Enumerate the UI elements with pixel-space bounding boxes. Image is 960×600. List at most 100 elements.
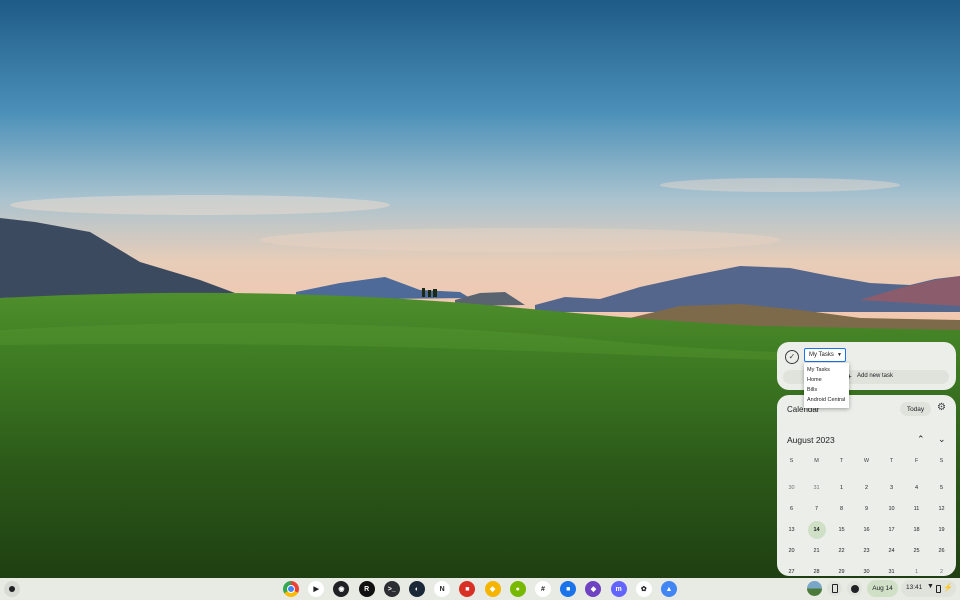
calendar-day[interactable]: 26 bbox=[929, 540, 954, 561]
task-list-option[interactable]: Bills bbox=[804, 385, 849, 395]
weekday-label: T bbox=[889, 458, 894, 464]
calendar-day-number: 2 bbox=[864, 484, 869, 491]
calendar-day[interactable]: 23 bbox=[854, 540, 879, 561]
calendar-day[interactable]: 16 bbox=[854, 519, 879, 540]
calendar-day[interactable]: 4 bbox=[904, 477, 929, 498]
calendar-day[interactable]: 19 bbox=[929, 519, 954, 540]
calendar-day-number: 2 bbox=[939, 568, 944, 575]
calendar-day-number: 29 bbox=[838, 568, 845, 575]
calendar-day[interactable]: 6 bbox=[779, 498, 804, 519]
user-avatar[interactable] bbox=[807, 581, 822, 596]
calendar-day[interactable]: 7 bbox=[804, 498, 829, 519]
tasks-check-icon[interactable]: ✓ bbox=[785, 350, 799, 364]
calendar-day[interactable]: 31 bbox=[804, 477, 829, 498]
calendar-day[interactable]: 17 bbox=[879, 519, 904, 540]
calendar-day-number: 31 bbox=[813, 484, 820, 491]
calendar-day[interactable]: 14 bbox=[804, 519, 829, 540]
calendar-day[interactable]: 20 bbox=[779, 540, 804, 561]
settings-gear-icon[interactable]: ⚙ bbox=[937, 403, 946, 413]
app-red-icon[interactable]: ■ bbox=[459, 581, 476, 597]
calendar-day[interactable]: 29 bbox=[829, 561, 854, 576]
app-blue-icon[interactable]: ■ bbox=[560, 581, 577, 597]
task-list-select[interactable]: My Tasks ▼ bbox=[804, 348, 846, 362]
calendar-day-number: 7 bbox=[814, 505, 819, 512]
calendar-day-number: 8 bbox=[839, 505, 844, 512]
calendar-day-number: 31 bbox=[888, 568, 895, 575]
play-store-icon[interactable]: ▶ bbox=[308, 581, 325, 597]
status-area[interactable]: 13:41 ▼ ⚡ bbox=[901, 580, 956, 597]
clock-time: 13:41 bbox=[906, 584, 923, 591]
calendar-day[interactable]: 12 bbox=[929, 498, 954, 519]
nvidia-icon[interactable]: ● bbox=[509, 581, 526, 597]
calendar-spacer bbox=[779, 469, 954, 477]
calendar-day-number: 27 bbox=[788, 568, 795, 575]
calendar-grid: S M T W T F S 30 31 1 2 3 4 5 6 7 8 9 10 11 12 13 14 15 16 17 18 19… bbox=[779, 453, 954, 576]
chevron-up-icon[interactable]: ⌃ bbox=[917, 434, 925, 445]
do-not-disturb-icon[interactable] bbox=[847, 581, 862, 596]
app-colorful-icon[interactable]: ◆ bbox=[484, 581, 501, 597]
chrome-icon[interactable] bbox=[283, 581, 299, 597]
calendar-month-label: August 2023 bbox=[787, 435, 835, 445]
calendar-day-number: 30 bbox=[863, 568, 870, 575]
calendar-day[interactable]: 1 bbox=[904, 561, 929, 576]
calendar-day[interactable]: 13 bbox=[779, 519, 804, 540]
calendar-day-number: 12 bbox=[938, 505, 945, 512]
calendar-day[interactable]: 28 bbox=[804, 561, 829, 576]
task-list-option[interactable]: My Tasks bbox=[804, 365, 849, 375]
calendar-day[interactable]: 30 bbox=[854, 561, 879, 576]
calendar-day[interactable]: 30 bbox=[779, 477, 804, 498]
task-list-selected: My Tasks bbox=[809, 352, 834, 358]
calendar-day[interactable]: 8 bbox=[829, 498, 854, 519]
calendar-day-number: 20 bbox=[788, 547, 795, 554]
calendar-day[interactable]: 24 bbox=[879, 540, 904, 561]
task-list-option[interactable]: Android Central bbox=[804, 395, 849, 405]
slack-icon[interactable]: # bbox=[535, 581, 551, 597]
calendar-day-number: 15 bbox=[838, 526, 845, 533]
today-button[interactable]: Today bbox=[900, 402, 931, 416]
calendar-day-number: 10 bbox=[888, 505, 895, 512]
calendar-day[interactable]: 18 bbox=[904, 519, 929, 540]
calendar-day-number: 14 bbox=[813, 526, 820, 533]
calendar-day[interactable]: 27 bbox=[779, 561, 804, 576]
calendar-day-number: 25 bbox=[913, 547, 920, 554]
date-pill[interactable]: Aug 14 bbox=[867, 580, 898, 597]
calendar-day[interactable]: 10 bbox=[879, 498, 904, 519]
calendar-day-number: 1 bbox=[914, 568, 919, 575]
weekday-label: M bbox=[814, 458, 819, 464]
chevron-down-icon: ▼ bbox=[837, 352, 842, 358]
phone-hub-icon[interactable] bbox=[827, 581, 842, 596]
calendar-day[interactable]: 2 bbox=[929, 561, 954, 576]
calendar-day-number: 5 bbox=[939, 484, 944, 491]
notion-icon[interactable]: N bbox=[434, 581, 451, 597]
calendar-day[interactable]: 11 bbox=[904, 498, 929, 519]
chevron-down-icon[interactable]: ⌄ bbox=[938, 434, 946, 445]
calendar-day-number: 6 bbox=[789, 505, 794, 512]
calendar-day[interactable]: 1 bbox=[829, 477, 854, 498]
mastodon-icon[interactable]: m bbox=[610, 581, 627, 597]
launcher-button[interactable] bbox=[4, 581, 20, 597]
calendar-day[interactable]: 21 bbox=[804, 540, 829, 561]
calendar-day[interactable]: 5 bbox=[929, 477, 954, 498]
add-task-label: Add new task bbox=[857, 373, 894, 379]
calendar-day-number: 26 bbox=[938, 547, 945, 554]
calendar-day[interactable]: 15 bbox=[829, 519, 854, 540]
calendar-day[interactable]: 31 bbox=[879, 561, 904, 576]
photos-icon[interactable]: ✿ bbox=[635, 581, 652, 597]
steam-icon[interactable]: ◐ bbox=[409, 581, 425, 597]
calendar-day-number: 19 bbox=[938, 526, 945, 533]
app-purple-icon[interactable]: ◆ bbox=[585, 581, 602, 597]
calendar-day-number: 18 bbox=[913, 526, 920, 533]
weekday-label: S bbox=[789, 458, 794, 464]
task-list-option[interactable]: Home bbox=[804, 375, 849, 385]
calendar-day[interactable]: 9 bbox=[854, 498, 879, 519]
calendar-day[interactable]: 2 bbox=[854, 477, 879, 498]
app-r-icon[interactable]: R bbox=[358, 581, 375, 597]
shelf: ▶ ◉ R >_ ◐ N ■ ◆ ● # ■ ◆ m ✿ ▲ Aug 14 13:41 ▼ ⚡ bbox=[0, 578, 960, 600]
app-3-icon[interactable]: ◉ bbox=[333, 581, 350, 597]
calendar-day[interactable]: 3 bbox=[879, 477, 904, 498]
calendar-day[interactable]: 25 bbox=[904, 540, 929, 561]
calendar-day[interactable]: 22 bbox=[829, 540, 854, 561]
app-flask-icon[interactable]: ▲ bbox=[661, 581, 677, 597]
terminal-icon[interactable]: >_ bbox=[383, 581, 400, 597]
launcher-icon bbox=[9, 586, 15, 592]
